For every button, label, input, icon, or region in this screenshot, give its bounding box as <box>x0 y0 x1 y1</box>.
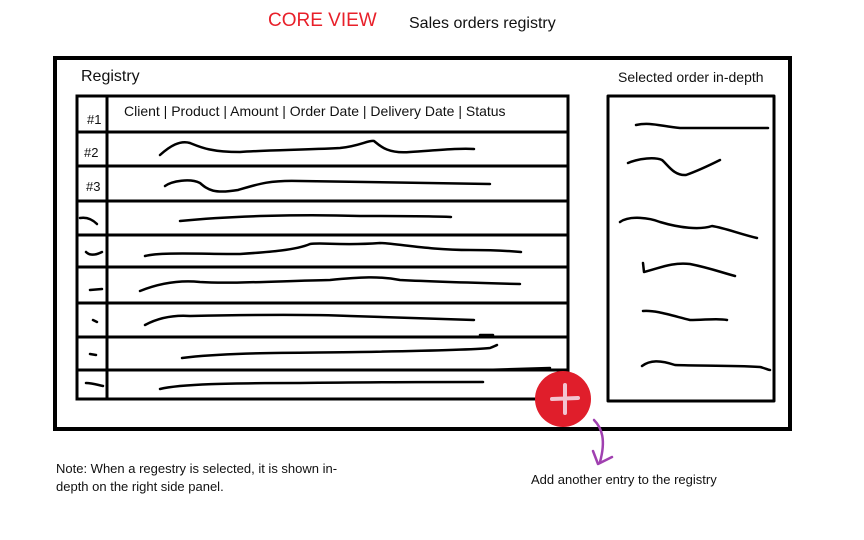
row-number-scribble <box>84 381 105 388</box>
row-number: #3 <box>86 179 101 194</box>
table-row <box>178 213 453 223</box>
row-number-scribble <box>78 216 99 226</box>
table-row <box>138 276 522 293</box>
table-row <box>143 241 523 258</box>
table-rows <box>78 139 552 391</box>
detail-field <box>641 309 729 322</box>
row-number-scribble <box>88 287 104 292</box>
detail-field <box>618 216 759 240</box>
detail-field <box>634 122 770 130</box>
table-row <box>158 139 476 157</box>
table-row <box>163 179 492 193</box>
column-headers: Client | Product | Amount | Order Date |… <box>124 103 506 119</box>
row-number: #1 <box>87 112 102 127</box>
add-entry-label: Add another entry to the registry <box>531 472 717 487</box>
detail-field <box>640 360 772 372</box>
row-number-scribble <box>91 318 99 324</box>
row-number: #2 <box>84 145 99 160</box>
sketch-layer <box>75 94 776 466</box>
detail-panel-border <box>606 94 776 403</box>
add-arrow <box>591 418 614 466</box>
table-row <box>180 343 499 360</box>
plus-icon <box>550 383 580 415</box>
row-number-scribble <box>88 352 98 357</box>
detail-panel <box>606 94 776 403</box>
table-row-overflow <box>478 333 552 372</box>
note-text: Note: When a regestry is selected, it is… <box>56 461 338 494</box>
detail-field <box>641 261 737 278</box>
detail-field <box>626 157 722 177</box>
row-number-scribble <box>84 250 104 256</box>
table-row <box>158 380 485 391</box>
add-entry-button[interactable] <box>535 371 591 427</box>
table-row <box>143 313 476 327</box>
